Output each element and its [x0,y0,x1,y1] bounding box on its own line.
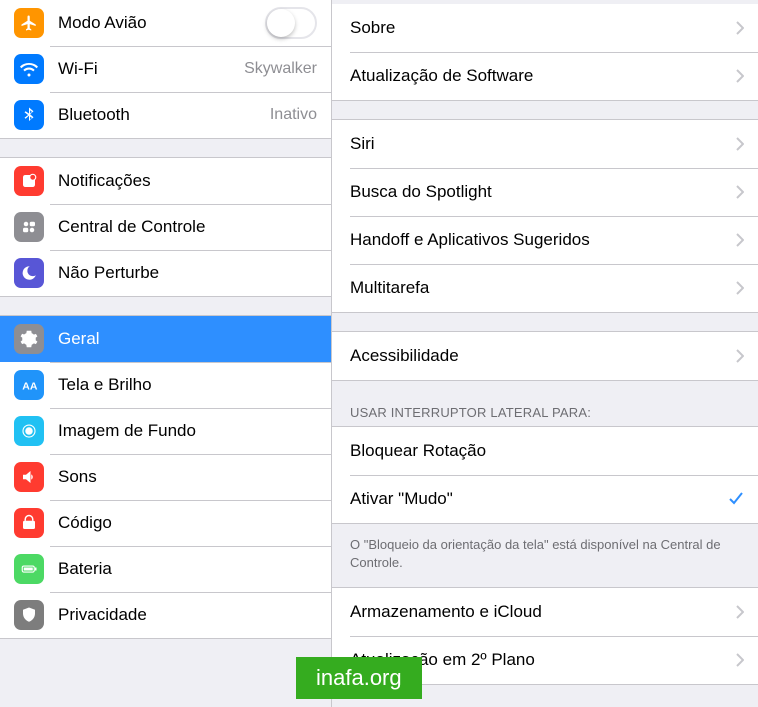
detail-item-label: Ativar "Mudo" [350,489,728,509]
chevron-right-icon [736,349,744,363]
sidebar-item-display[interactable]: AA Tela e Brilho [0,362,331,408]
detail-item-multitask[interactable]: Multitarefa [332,264,758,312]
control-center-icon [14,212,44,242]
sidebar-item-label: Privacidade [58,605,317,625]
detail-group-accessibility: Acessibilidade [332,331,758,381]
airplane-toggle[interactable] [265,7,317,39]
gear-icon [14,324,44,354]
chevron-right-icon [736,233,744,247]
passcode-icon [14,508,44,538]
svg-text:AA: AA [22,381,38,393]
general-detail-pane: Sobre Atualização de Software Siri Busca… [332,0,758,707]
detail-item-siri[interactable]: Siri [332,120,758,168]
sidebar-item-label: Não Perturbe [58,263,317,283]
privacy-icon [14,600,44,630]
sidebar-item-dnd[interactable]: Não Perturbe [0,250,331,296]
detail-item-label: Siri [350,134,726,154]
sidebar-item-general[interactable]: Geral [0,316,331,362]
side-switch-footer: O "Bloqueio da orientação da tela" está … [332,530,758,587]
wallpaper-icon [14,416,44,446]
chevron-right-icon [736,21,744,35]
detail-item-handoff[interactable]: Handoff e Aplicativos Sugeridos [332,216,758,264]
watermark: inafa.org [296,657,422,699]
detail-item-label: Bloquear Rotação [350,441,744,461]
detail-item-label: Acessibilidade [350,346,726,366]
sidebar-item-passcode[interactable]: Código [0,500,331,546]
check-icon [728,491,744,507]
battery-icon [14,554,44,584]
detail-item-label: Busca do Spotlight [350,182,726,202]
airplane-icon [14,8,44,38]
sidebar-item-control-center[interactable]: Central de Controle [0,204,331,250]
detail-item-mute[interactable]: Ativar "Mudo" [332,475,758,523]
detail-item-label: Atualização de Software [350,66,726,86]
sidebar-item-label: Wi-Fi [58,59,236,79]
sidebar-item-label: Imagem de Fundo [58,421,317,441]
dnd-icon [14,258,44,288]
chevron-right-icon [736,281,744,295]
detail-item-accessibility[interactable]: Acessibilidade [332,332,758,380]
sidebar-item-label: Notificações [58,171,317,191]
detail-item-about[interactable]: Sobre [332,4,758,52]
detail-item-label: Sobre [350,18,726,38]
sidebar-item-bluetooth[interactable]: Bluetooth Inativo [0,92,331,138]
sidebar-item-label: Tela e Brilho [58,375,317,395]
chevron-right-icon [736,137,744,151]
detail-item-software-update[interactable]: Atualização de Software [332,52,758,100]
sidebar-item-label: Bluetooth [58,105,262,125]
sidebar-item-label: Central de Controle [58,217,317,237]
detail-item-spotlight[interactable]: Busca do Spotlight [332,168,758,216]
detail-item-label: Multitarefa [350,278,726,298]
sidebar-item-label: Modo Avião [58,13,265,33]
bluetooth-value: Inativo [270,106,317,124]
detail-group-side-switch: Bloquear Rotação Ativar "Mudo" [332,426,758,524]
chevron-right-icon [736,653,744,667]
sidebar-item-label: Geral [58,329,317,349]
settings-sidebar: Modo Avião Wi-Fi Skywalker Bluetooth Ina… [0,0,332,707]
sidebar-item-label: Sons [58,467,317,487]
detail-item-storage[interactable]: Armazenamento e iCloud [332,588,758,636]
sidebar-item-airplane[interactable]: Modo Avião [0,0,331,46]
detail-group-siri: Siri Busca do Spotlight Handoff e Aplica… [332,119,758,313]
sidebar-item-label: Bateria [58,559,317,579]
sidebar-group-network: Modo Avião Wi-Fi Skywalker Bluetooth Ina… [0,0,331,139]
sidebar-item-wifi[interactable]: Wi-Fi Skywalker [0,46,331,92]
bluetooth-icon [14,100,44,130]
sidebar-item-privacy[interactable]: Privacidade [0,592,331,638]
chevron-right-icon [736,69,744,83]
wifi-value: Skywalker [244,60,317,78]
chevron-right-icon [736,185,744,199]
detail-group-about: Sobre Atualização de Software [332,4,758,101]
wifi-icon [14,54,44,84]
side-switch-header: Usar interruptor lateral para: [332,399,758,426]
detail-item-label: Armazenamento e iCloud [350,602,726,622]
sidebar-group-general: Geral AA Tela e Brilho Imagem de Fundo S… [0,315,331,639]
sidebar-item-sounds[interactable]: Sons [0,454,331,500]
chevron-right-icon [736,605,744,619]
detail-item-lock-rotation[interactable]: Bloquear Rotação [332,427,758,475]
sidebar-item-notifications[interactable]: Notificações [0,158,331,204]
sidebar-item-label: Código [58,513,317,533]
sounds-icon [14,462,44,492]
sidebar-item-wallpaper[interactable]: Imagem de Fundo [0,408,331,454]
sidebar-group-notify: Notificações Central de Controle Não Per… [0,157,331,297]
sidebar-item-battery[interactable]: Bateria [0,546,331,592]
display-icon: AA [14,370,44,400]
detail-item-label: Handoff e Aplicativos Sugeridos [350,230,726,250]
notifications-icon [14,166,44,196]
